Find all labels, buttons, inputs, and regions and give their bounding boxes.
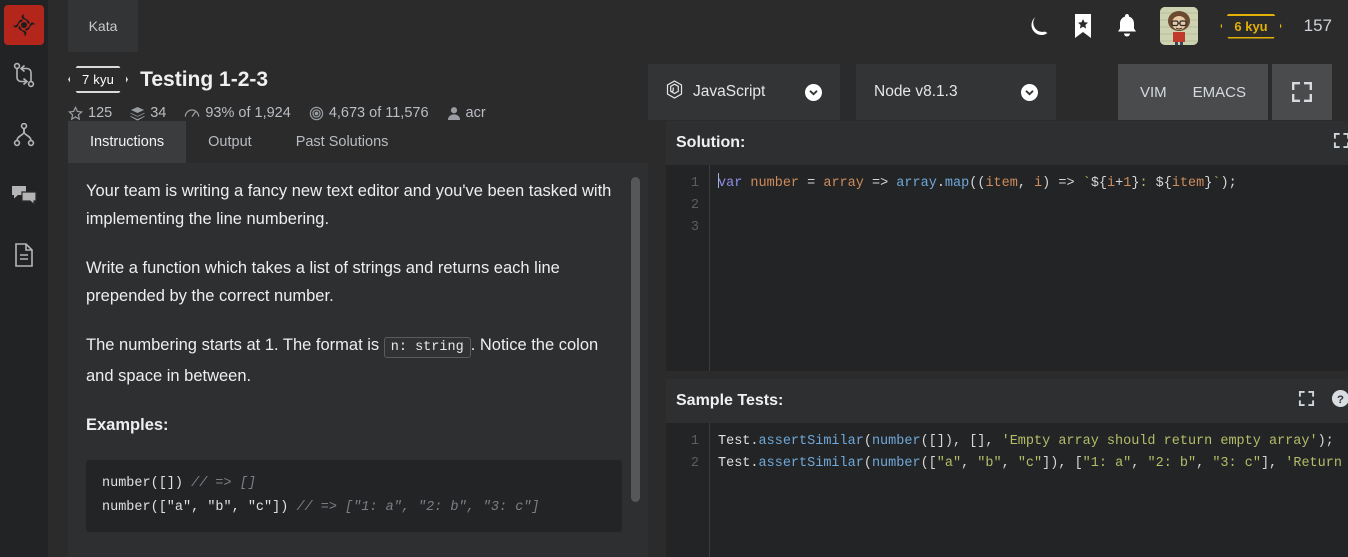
- example-comment-2: // => ["1: a", "2: b", "3: c"]: [296, 500, 540, 515]
- instructions-panel: Your team is writing a fancy new text ed…: [68, 163, 648, 557]
- version-select[interactable]: Node v8.1.3: [856, 64, 1056, 120]
- instructions-scrollbar[interactable]: [631, 177, 640, 557]
- completions-value: 4,673 of 11,576: [328, 105, 429, 121]
- star-icon: [68, 105, 83, 121]
- line-number: 3: [690, 220, 699, 235]
- fullscreen-icon[interactable]: [1272, 64, 1332, 120]
- examples-code-block: number([]) // => [] number(["a", "b", "c…: [86, 460, 622, 532]
- sample-tests-title: Sample Tests:: [676, 392, 784, 409]
- line-number: 2: [690, 456, 699, 471]
- language-select[interactable]: JavaScript: [648, 64, 840, 120]
- solution-code[interactable]: var number = array => array.map((item, i…: [710, 165, 1348, 371]
- vim-mode-button[interactable]: VIM: [1140, 84, 1167, 101]
- moon-icon[interactable]: [1028, 14, 1050, 38]
- page-title: Testing 1-2-3: [140, 67, 269, 91]
- left-rail: [0, 0, 48, 557]
- sample-tests-header: Sample Tests: ?: [666, 379, 1348, 423]
- solution-header: Solution:: [666, 121, 1348, 165]
- chevron-down-icon[interactable]: [805, 83, 822, 101]
- swap-arrows-icon[interactable]: [0, 45, 48, 105]
- format-text-before: The numbering starts at 1. The format is: [86, 336, 380, 354]
- panel-tabs: Instructions Output Past Solutions: [68, 121, 648, 163]
- codewars-logo-icon[interactable]: [4, 5, 44, 45]
- user-rank-badge[interactable]: 6 kyu: [1220, 14, 1281, 39]
- example-call-1: number([]): [102, 476, 184, 491]
- language-label: JavaScript: [693, 83, 766, 100]
- stat-collections: 34: [130, 105, 166, 121]
- instructions-paragraph-1: Your team is writing a fancy new text ed…: [86, 182, 612, 228]
- kata-title-bar: 7 kyu Testing 1-2-3 125 34 93% of 1,924 …: [48, 52, 1348, 121]
- scrollbar-thumb[interactable]: [631, 177, 640, 502]
- stat-satisfaction: 93% of 1,924: [184, 105, 291, 121]
- line-number: 1: [690, 434, 699, 449]
- chevron-down-icon[interactable]: [1021, 83, 1038, 101]
- example-comment-1: // => []: [191, 476, 256, 491]
- kata-rank-badge: 7 kyu: [68, 66, 128, 93]
- stat-author: acr: [447, 105, 486, 121]
- kata-stats: 125 34 93% of 1,924 4,673 of 11,576 acr: [68, 105, 648, 121]
- top-bar: Kata 6 kyu 157: [48, 0, 1348, 52]
- layers-icon: [130, 106, 146, 121]
- main-body: Kata 6 kyu 157 7 kyu Testing 1-2-3 125 3…: [48, 0, 1348, 557]
- line-number: 1: [690, 176, 699, 191]
- avatar[interactable]: [1160, 7, 1199, 45]
- tab-past-solutions[interactable]: Past Solutions: [274, 121, 411, 163]
- sample-tests-code[interactable]: Test.assertSimilar(number([]), [], 'Empt…: [710, 423, 1348, 557]
- format-code: n: string: [383, 337, 471, 358]
- kata-title-row: 7 kyu Testing 1-2-3: [68, 66, 648, 93]
- target-icon: [309, 106, 324, 121]
- editor-column: Solution: 123 var number = array => arra…: [666, 121, 1348, 557]
- solution-editor[interactable]: 1 2 3 var number = array => array.map((ite…: [666, 165, 1348, 371]
- editor-mode-group: VIM EMACS: [1117, 64, 1332, 120]
- tab-instructions[interactable]: Instructions: [68, 121, 187, 163]
- chat-bubbles-icon[interactable]: [0, 165, 48, 225]
- kata-meta: 7 kyu Testing 1-2-3 125 34 93% of 1,924 …: [68, 52, 648, 121]
- svg-text:?: ?: [1337, 394, 1344, 406]
- tab-kata[interactable]: Kata: [68, 0, 138, 52]
- tab-output[interactable]: Output: [186, 121, 274, 163]
- solution-panel: Solution: 123 var number = array => arra…: [666, 121, 1348, 371]
- keybinding-modes: VIM EMACS: [1117, 64, 1268, 120]
- instructions-paragraph-2: Write a function which takes a list of s…: [86, 259, 560, 305]
- content-columns: Instructions Output Past Solutions Your …: [48, 121, 1348, 557]
- stars-count: 125: [88, 105, 113, 121]
- stat-completions: 4,673 of 11,576: [309, 105, 429, 121]
- app-root: Kata 6 kyu 157 7 kyu Testing 1-2-3 125 3…: [0, 0, 1348, 557]
- instructions-paragraph-3: The numbering starts at 1. The format is…: [86, 331, 622, 390]
- stat-stars: 125: [68, 105, 112, 121]
- line-number: 2: [690, 198, 699, 213]
- sample-tests-gutter: 12: [666, 423, 710, 557]
- question-circle-icon[interactable]: ?: [1331, 389, 1348, 413]
- sample-tests-editor[interactable]: 12 Test.assertSimilar(number([]), [], 'E…: [666, 423, 1348, 557]
- example-call-2: number(["a", "b", "c"]): [102, 500, 289, 515]
- fork-branch-icon[interactable]: [0, 105, 48, 165]
- bookmark-star-icon[interactable]: [1072, 13, 1094, 39]
- fullscreen-icon[interactable]: [1298, 390, 1315, 412]
- document-icon[interactable]: [0, 225, 48, 285]
- solution-title: Solution:: [676, 134, 746, 151]
- user-icon: [447, 106, 461, 121]
- gauge-icon: [184, 106, 200, 121]
- fullscreen-icon[interactable]: [1333, 132, 1348, 154]
- satisfaction-value: 93% of 1,924: [205, 105, 291, 121]
- topbar-actions: 6 kyu 157: [1028, 0, 1348, 52]
- sample-tests-panel: Sample Tests: ? 1 2 Test.assertSimilar(n…: [666, 379, 1348, 557]
- emacs-mode-button[interactable]: EMACS: [1193, 84, 1246, 101]
- collections-count: 34: [150, 105, 167, 121]
- sample-tests-header-icons: ?: [1298, 389, 1348, 413]
- solution-gutter: 1 2 3: [666, 165, 710, 371]
- instructions-column: Instructions Output Past Solutions Your …: [68, 121, 648, 557]
- examples-heading: Examples:: [86, 416, 169, 434]
- language-controls: JavaScript Node v8.1.3 VIM EMACS: [648, 52, 1348, 121]
- honor-count: 157: [1303, 16, 1332, 35]
- version-label: Node v8.1.3: [874, 83, 958, 100]
- js-hexagon-icon: [666, 80, 683, 104]
- solution-header-icons: [1333, 132, 1348, 154]
- author-name[interactable]: acr: [466, 105, 486, 121]
- bell-icon[interactable]: [1116, 13, 1138, 39]
